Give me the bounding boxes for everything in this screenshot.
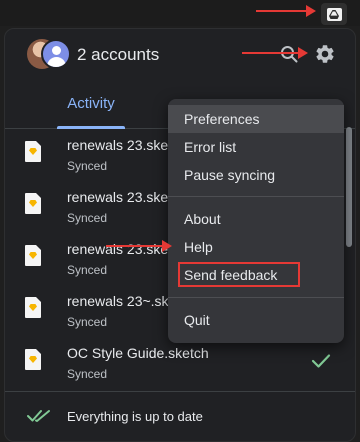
sketch-file-icon (25, 193, 41, 214)
file-status: Synced (67, 159, 108, 173)
scrollbar[interactable] (346, 127, 352, 247)
highlight-box (178, 262, 300, 287)
sketch-file-icon (25, 349, 41, 370)
annotation-arrow (256, 5, 316, 17)
search-icon[interactable] (280, 45, 298, 63)
status-footer: Everything is up to date (5, 391, 355, 441)
menu-item-pause-syncing[interactable]: Pause syncing (168, 161, 344, 189)
accounts-title[interactable]: 2 accounts (77, 45, 159, 65)
annotation-arrow (242, 47, 308, 59)
menu-item-help[interactable]: Help (168, 233, 344, 261)
sketch-file-icon (25, 245, 41, 266)
tab-activity[interactable]: Activity (57, 95, 125, 129)
list-item[interactable]: OC Style Guide.sketch Synced (5, 337, 355, 389)
file-status: Synced (67, 211, 108, 225)
gear-icon[interactable] (314, 43, 336, 65)
sketch-file-icon (25, 297, 41, 318)
drive-panel: 2 accounts Activity renewals 23.sketch S… (4, 28, 356, 442)
check-icon (311, 354, 331, 368)
google-drive-icon[interactable] (321, 3, 347, 25)
menu-divider (168, 196, 344, 197)
sync-status-text: Everything is up to date (67, 409, 203, 424)
menu-item-preferences[interactable]: Preferences (168, 105, 344, 133)
menu-item-quit[interactable]: Quit (168, 306, 344, 334)
menu-item-error-list[interactable]: Error list (168, 133, 344, 161)
double-check-icon (27, 410, 50, 422)
app-window: 2 accounts Activity renewals 23.sketch S… (0, 0, 360, 442)
sketch-file-icon (25, 141, 41, 162)
annotation-arrow (106, 240, 172, 252)
file-status: Synced (67, 263, 108, 277)
menu-divider (168, 297, 344, 298)
menu-item-about[interactable]: About (168, 205, 344, 233)
avatar[interactable] (41, 39, 71, 69)
tab-activity-label: Activity (67, 95, 115, 112)
file-status: Synced (67, 315, 108, 329)
file-name: OC Style Guide.sketch (67, 345, 209, 361)
settings-menu: Preferences Error list Pause syncing Abo… (168, 99, 344, 343)
file-status: Synced (67, 367, 108, 381)
